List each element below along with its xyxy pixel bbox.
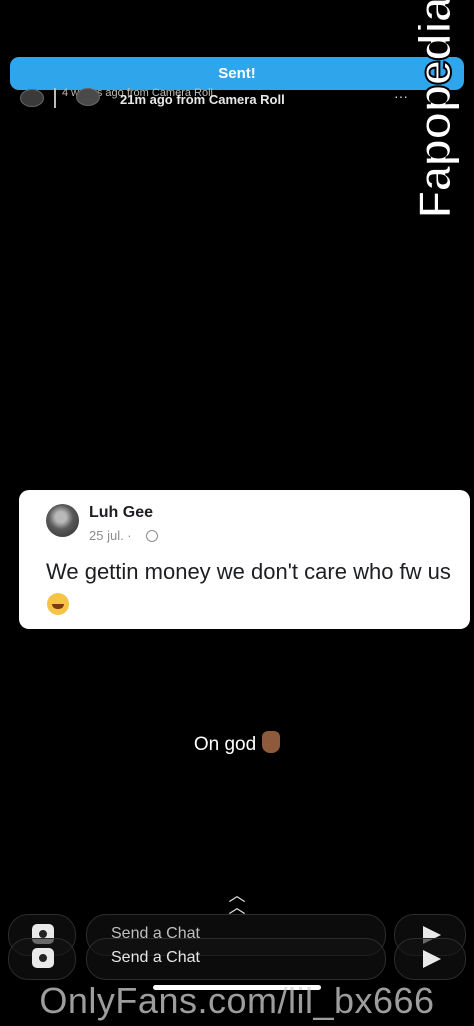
facebook-post-screenshot: Luh Gee 25 jul. · We gettin money we don… [19, 490, 470, 629]
post-body-text: We gettin money we don't care who fw us [46, 559, 451, 584]
sent-status-text: Sent! [218, 65, 256, 82]
send-chat-input[interactable]: Send a Chat [86, 938, 386, 980]
story-caption: On god [0, 731, 474, 756]
caption-text: On god [193, 734, 257, 755]
sent-status-banner: Sent! [10, 57, 464, 90]
send-arrow-icon [423, 950, 441, 968]
current-story-avatar[interactable] [76, 88, 100, 106]
side-watermark: Fapopedia [400, 0, 470, 220]
chevron-up-icon[interactable]: ︿ ︿ [224, 887, 250, 916]
send-button[interactable] [394, 938, 466, 980]
side-watermark-text: Fapopedia [408, 0, 462, 220]
globe-icon [146, 530, 158, 542]
header-divider [54, 88, 56, 108]
previous-story-avatar[interactable] [20, 89, 44, 107]
camera-button[interactable] [8, 938, 76, 980]
story-timestamp: 21m ago from Camera Roll [120, 92, 285, 107]
chat-bar: Send a Chat [0, 938, 474, 980]
laughing-tears-emoji-icon [47, 593, 69, 615]
story-header: 4 weeks ago from Camera Roll 21m ago fro… [14, 87, 414, 110]
post-date: 25 jul. · [89, 528, 132, 543]
camera-icon [32, 948, 54, 968]
bottom-watermark: OnlyFans.com/lil_bx666 [0, 980, 474, 1022]
post-author-name: Luh Gee [89, 504, 154, 521]
bottom-watermark-text: OnlyFans.com/lil_bx666 [39, 980, 435, 1021]
post-body: We gettin money we don't care who fw us [46, 556, 456, 620]
chat-placeholder: Send a Chat [111, 949, 200, 966]
victory-hand-icon [262, 731, 281, 753]
post-author-avatar [46, 504, 79, 537]
